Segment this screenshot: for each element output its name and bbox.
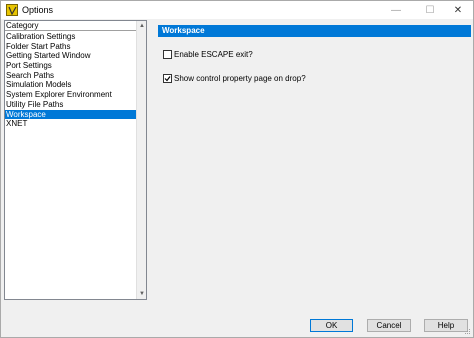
- category-scrollbar[interactable]: ▲ ▼: [136, 21, 146, 299]
- title-bar: Options — ☐ ✕: [1, 1, 473, 19]
- workspace-section-header: Workspace: [158, 25, 471, 37]
- category-item[interactable]: Search Paths: [5, 71, 136, 81]
- category-item[interactable]: Folder Start Paths: [5, 42, 136, 52]
- enable-escape-exit-option[interactable]: Enable ESCAPE exit?: [163, 49, 253, 59]
- category-column-header[interactable]: Category: [5, 21, 136, 31]
- app-icon: [6, 4, 18, 16]
- ok-button[interactable]: OK: [310, 319, 353, 332]
- enable-escape-exit-label: Enable ESCAPE exit?: [174, 49, 253, 59]
- category-item[interactable]: Utility File Paths: [5, 100, 136, 110]
- category-item[interactable]: Port Settings: [5, 61, 136, 71]
- category-item[interactable]: Calibration Settings: [5, 32, 136, 42]
- category-item[interactable]: System Explorer Environment: [5, 90, 136, 100]
- category-item[interactable]: Simulation Models: [5, 80, 136, 90]
- window-title: Options: [22, 5, 54, 15]
- show-control-property-page-checkbox[interactable]: [163, 73, 172, 83]
- checkmark-icon: [164, 75, 171, 81]
- maximize-button[interactable]: ☐: [415, 1, 445, 19]
- category-item[interactable]: Workspace: [5, 109, 136, 120]
- show-control-property-page-label: Show control property page on drop?: [174, 73, 306, 83]
- category-item[interactable]: XNET: [5, 119, 136, 129]
- show-control-property-page-option[interactable]: Show control property page on drop?: [163, 73, 306, 83]
- enable-escape-exit-checkbox[interactable]: [163, 49, 172, 59]
- cancel-button[interactable]: Cancel: [367, 319, 411, 332]
- category-item[interactable]: Getting Started Window: [5, 51, 136, 61]
- category-list-panel: Category Calibration Settings Folder Star…: [4, 20, 147, 300]
- scroll-up-icon[interactable]: ▲: [137, 21, 147, 31]
- help-button[interactable]: Help: [424, 319, 468, 332]
- scroll-down-icon[interactable]: ▼: [137, 289, 147, 299]
- minimize-button[interactable]: —: [381, 1, 411, 19]
- resize-grip-icon[interactable]: [465, 329, 471, 335]
- category-list: Calibration Settings Folder Start Paths Ge…: [5, 32, 136, 129]
- close-button[interactable]: ✕: [443, 1, 473, 19]
- options-dialog: Options — ☐ ✕ Category Calibration Setti…: [0, 0, 474, 338]
